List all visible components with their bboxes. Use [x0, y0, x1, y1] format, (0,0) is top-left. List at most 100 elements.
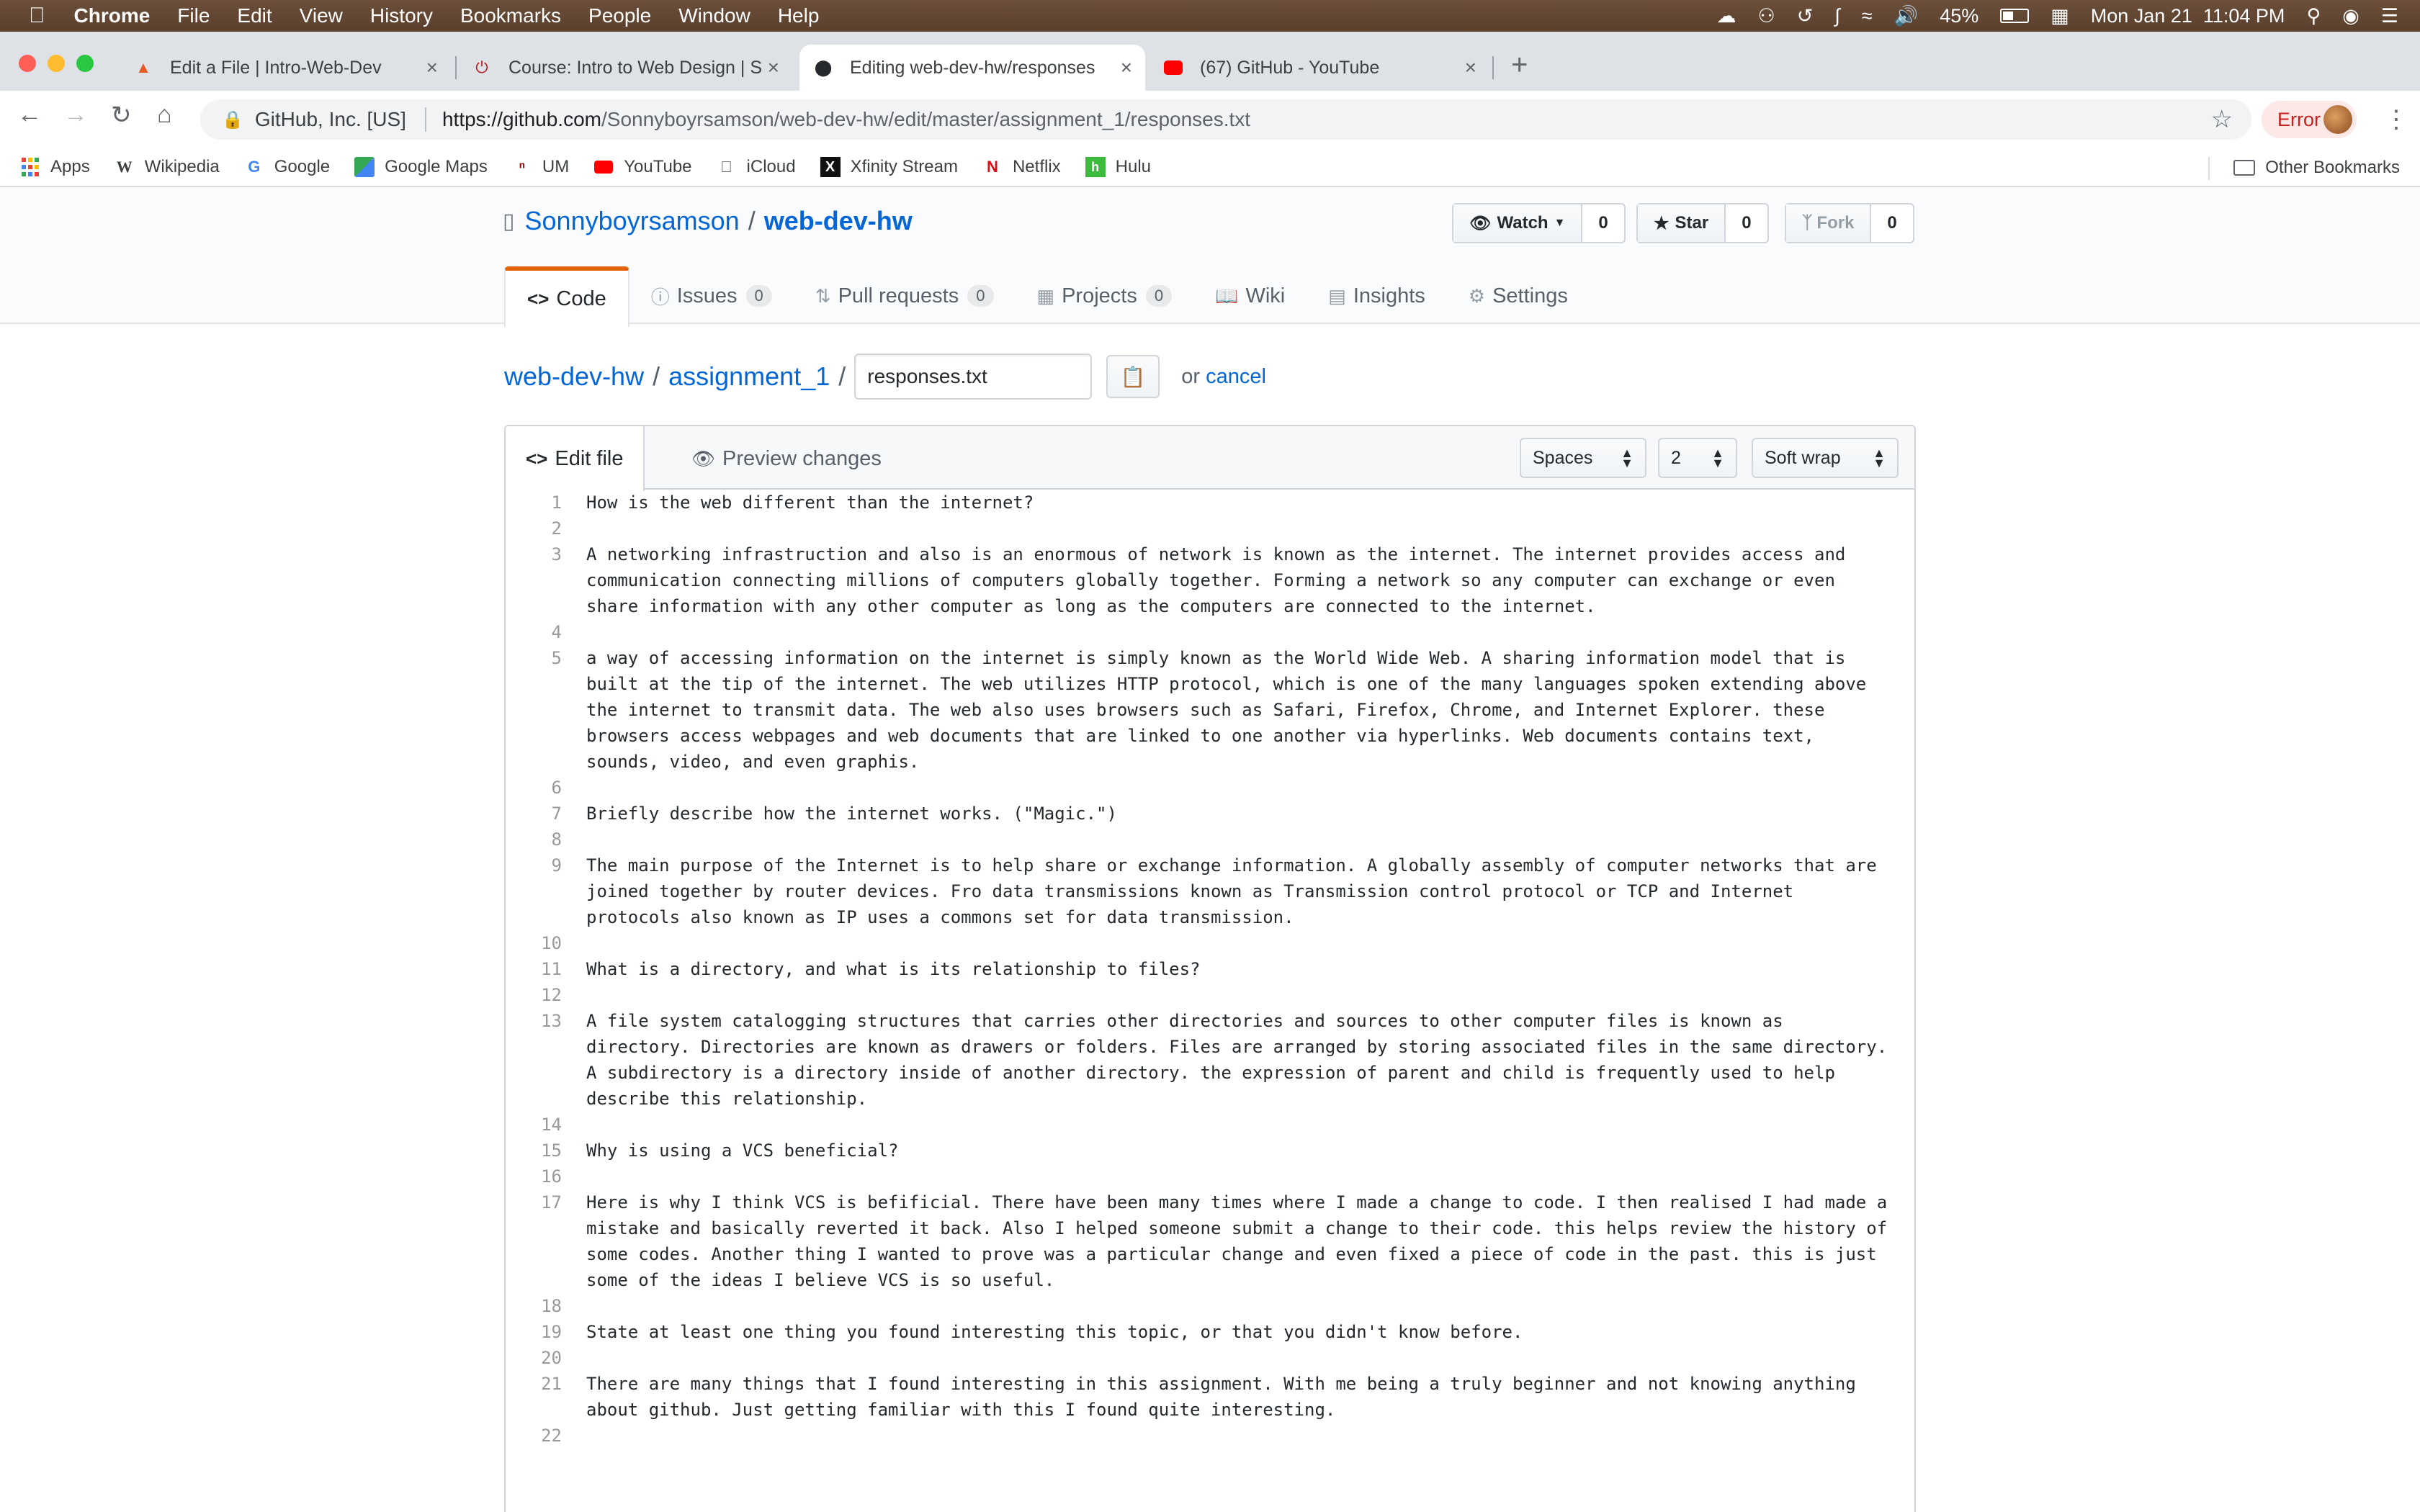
- menu-help[interactable]: Help: [778, 4, 820, 27]
- indent-mode-select[interactable]: Spaces ▲ ▼: [1520, 438, 1646, 478]
- browser-tab[interactable]: (67) GitHub - YouTube ×: [1150, 45, 1489, 91]
- line-text: [586, 619, 1897, 645]
- accessibility-icon[interactable]: ⚇: [1758, 5, 1775, 27]
- bookmark-icloud[interactable]:  iCloud: [717, 157, 795, 177]
- menubar-status-area: ☁ ⚇ ↺ ∫ ≈ 🔊 45% ▦ Mon Jan 21 11:04 PM ⚲ …: [1717, 0, 2399, 32]
- wikipedia-icon: W: [116, 158, 133, 176]
- browser-tab[interactable]: ⏻ Course: Intro to Web Design | S ×: [458, 45, 792, 91]
- wifi-icon[interactable]: ≈: [1862, 5, 1873, 27]
- home-icon[interactable]: ⌂: [157, 101, 172, 129]
- address-bar[interactable]: 🔒 GitHub, Inc. [US] https://github.com /…: [200, 99, 2251, 140]
- line-text: [586, 516, 1897, 541]
- tab-preview-changes[interactable]: 👁 Preview changes: [671, 426, 902, 491]
- tab-settings[interactable]: ⚙ Settings: [1447, 266, 1590, 325]
- menu-window[interactable]: Window: [678, 4, 750, 27]
- menu-edit[interactable]: Edit: [237, 4, 272, 27]
- bookmark-star-icon[interactable]: ☆: [2211, 105, 2233, 134]
- star-count[interactable]: 0: [1726, 204, 1767, 242]
- breadcrumb-folder-link[interactable]: assignment_1: [668, 361, 830, 392]
- window-minimize-button[interactable]: [48, 55, 65, 72]
- bookmark-youtube[interactable]: YouTube: [593, 157, 692, 177]
- menu-people[interactable]: People: [588, 4, 651, 27]
- bookmark-xfinity[interactable]: X Xfinity Stream: [820, 157, 958, 177]
- forward-arrow-icon[interactable]: →: [63, 101, 88, 129]
- select-value: 2: [1671, 447, 1681, 468]
- watch-count[interactable]: 0: [1582, 204, 1623, 242]
- tab-pull-requests[interactable]: ⇅ Pull requests 0: [794, 266, 1016, 325]
- browser-tab[interactable]: ▲ Edit a File | Intro-Web-Dev ×: [120, 45, 451, 91]
- hulu-icon: h: [1085, 157, 1106, 177]
- copy-path-button[interactable]: 📋: [1106, 355, 1160, 398]
- line-number: 2: [551, 518, 562, 539]
- menu-view[interactable]: View: [300, 4, 343, 27]
- breadcrumb-root-link[interactable]: web-dev-hw: [504, 361, 644, 392]
- tab-label: Insights: [1353, 284, 1425, 307]
- creative-cloud-icon[interactable]: ☁: [1717, 5, 1736, 27]
- tab-code[interactable]: <> Code: [504, 266, 629, 327]
- bookmark-wikipedia[interactable]: W Wikipedia: [115, 157, 220, 177]
- close-icon[interactable]: ×: [426, 56, 438, 79]
- bookmark-google-maps[interactable]: Google Maps: [354, 157, 488, 177]
- bluetooth-icon[interactable]: ∫: [1834, 5, 1839, 27]
- code-area[interactable]: 1 How is the web different than the inter…: [506, 490, 1914, 1449]
- close-icon[interactable]: ×: [1465, 56, 1476, 79]
- tab-edit-file[interactable]: <> Edit file: [506, 426, 645, 491]
- star-button[interactable]: ★ Star: [1638, 204, 1726, 242]
- profile-error-button[interactable]: Error: [2262, 101, 2357, 138]
- other-bookmarks[interactable]: Other Bookmarks: [2233, 148, 2400, 187]
- window-close-button[interactable]: [19, 55, 36, 72]
- siri-icon[interactable]: ◉: [2342, 5, 2360, 27]
- watch-button[interactable]: 👁 Watch ▼: [1453, 204, 1583, 242]
- bookmark-netflix[interactable]: N Netflix: [982, 157, 1061, 177]
- calendar-icon[interactable]: ▦: [2051, 5, 2069, 27]
- more-menu-icon[interactable]: ⋮: [2384, 105, 2408, 134]
- browser-tab-active[interactable]: ⬤ Editing web-dev-hw/responses ×: [799, 45, 1145, 91]
- clock-datetime[interactable]: Mon Jan 21 11:04 PM: [2091, 5, 2285, 27]
- battery-icon[interactable]: [2000, 9, 2030, 23]
- repo-owner-link[interactable]: Sonnyboyrsamson: [525, 206, 740, 236]
- menu-file[interactable]: File: [177, 4, 210, 27]
- wrap-mode-select[interactable]: Soft wrap ▲ ▼: [1752, 438, 1899, 478]
- close-icon[interactable]: ×: [768, 56, 779, 79]
- bookmark-um[interactable]: ⁿ UM: [512, 157, 570, 177]
- apple-menu-icon[interactable]: : [29, 4, 45, 28]
- line-number: 11: [541, 959, 562, 979]
- volume-icon[interactable]: 🔊: [1894, 4, 1919, 27]
- cancel-link[interactable]: cancel: [1206, 365, 1266, 388]
- spotlight-search-icon[interactable]: ⚲: [2306, 5, 2321, 27]
- indent-size-select[interactable]: 2 ▲ ▼: [1658, 438, 1737, 478]
- window-zoom-button[interactable]: [76, 55, 94, 72]
- menu-app-name[interactable]: Chrome: [74, 4, 151, 27]
- code-line: 13 A file system catalogging structures t…: [506, 1008, 1914, 1112]
- bookmark-label: UM: [542, 157, 570, 176]
- bookmark-apps[interactable]: Apps: [20, 157, 90, 177]
- battery-percent[interactable]: 45%: [1940, 5, 1978, 27]
- line-text: How is the web different than the intern…: [586, 492, 1034, 513]
- close-icon[interactable]: ×: [1121, 56, 1132, 79]
- line-number: 9: [551, 855, 562, 876]
- notification-center-icon[interactable]: ☰: [2381, 5, 2398, 27]
- site-identity[interactable]: GitHub, Inc. [US]: [255, 108, 406, 131]
- bookmark-google[interactable]: G Google: [244, 157, 330, 177]
- repo-name-link[interactable]: web-dev-hw: [764, 206, 913, 236]
- shield-favicon-icon: ▲: [135, 58, 151, 76]
- new-tab-button[interactable]: +: [1511, 49, 1528, 81]
- tab-wiki[interactable]: 📖 Wiki: [1193, 266, 1307, 325]
- menu-bookmarks[interactable]: Bookmarks: [460, 4, 561, 27]
- select-value: Soft wrap: [1765, 447, 1841, 468]
- clipboard-icon: 📋: [1120, 365, 1146, 388]
- tab-insights[interactable]: ▤ Insights: [1307, 266, 1447, 325]
- select-value: Spaces: [1533, 447, 1593, 468]
- code-line: 9 The main purpose of the Internet is to …: [506, 852, 1914, 930]
- bookmark-hulu[interactable]: h Hulu: [1085, 157, 1151, 177]
- issue-icon: ⓘ: [650, 286, 670, 308]
- tab-projects[interactable]: ▦ Projects 0: [1016, 266, 1194, 325]
- fork-button[interactable]: ᛉ Fork: [1786, 204, 1872, 242]
- fork-count[interactable]: 0: [1871, 204, 1912, 242]
- reload-icon[interactable]: ↻: [111, 101, 132, 130]
- tab-issues[interactable]: ⓘ Issues 0: [629, 266, 794, 325]
- filename-input[interactable]: [854, 354, 1093, 400]
- back-arrow-icon[interactable]: ←: [17, 101, 42, 129]
- menu-history[interactable]: History: [370, 4, 433, 27]
- time-machine-icon[interactable]: ↺: [1797, 5, 1814, 27]
